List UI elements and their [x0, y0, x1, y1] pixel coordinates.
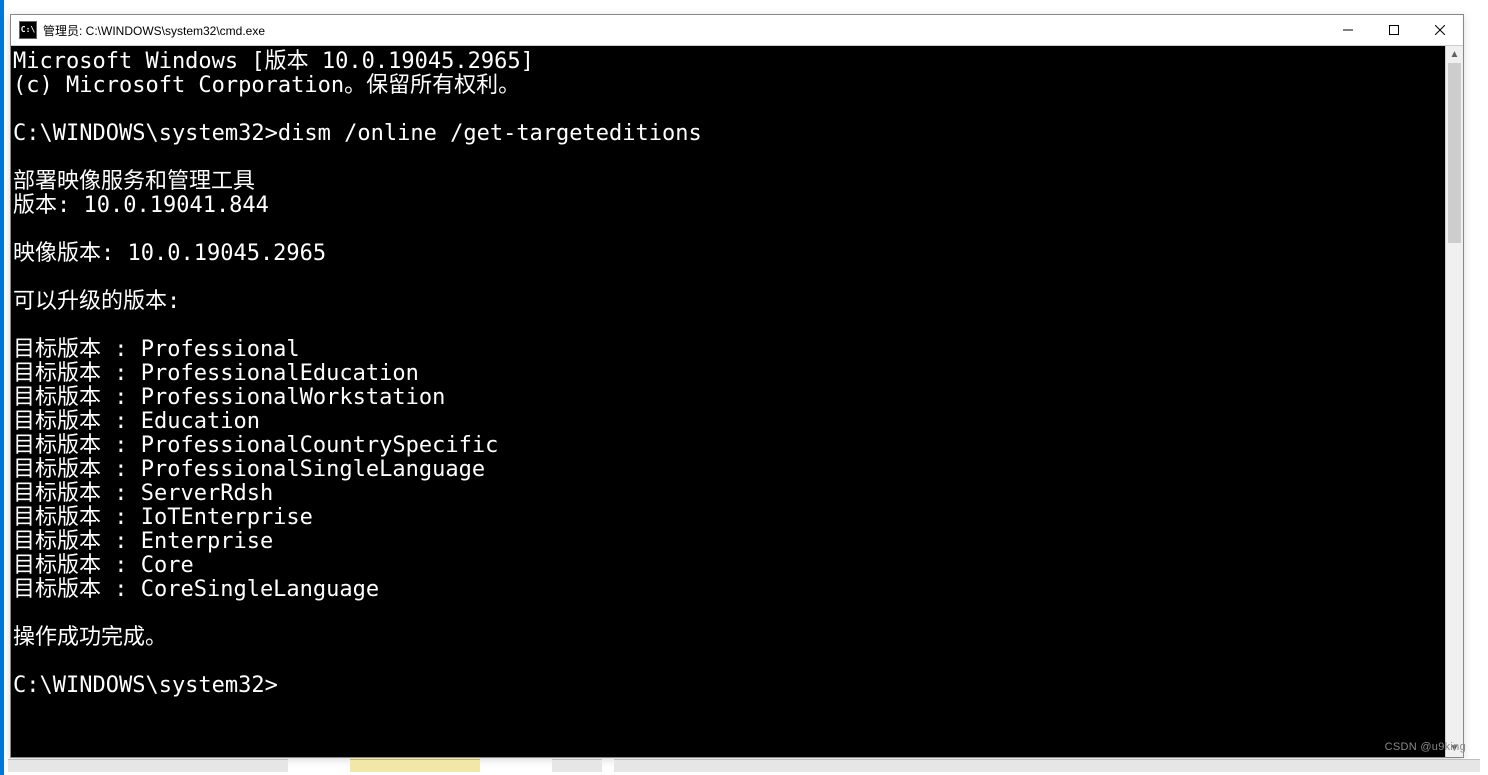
taskbar-fragment: [552, 759, 602, 772]
cmd-window: C:\ 管理员: C:\WINDOWS\system32\cmd.exe Mic…: [10, 14, 1464, 758]
vertical-scrollbar[interactable]: ▲ ▼: [1445, 46, 1463, 757]
titlebar[interactable]: C:\ 管理员: C:\WINDOWS\system32\cmd.exe: [11, 15, 1463, 46]
console-output[interactable]: Microsoft Windows [版本 10.0.19045.2965] (…: [11, 46, 1445, 757]
taskbar-fragment: [350, 759, 480, 772]
scrollbar-thumb[interactable]: [1448, 63, 1461, 243]
window-title: 管理员: C:\WINDOWS\system32\cmd.exe: [43, 22, 265, 39]
scroll-down-arrow-icon[interactable]: ▼: [1446, 740, 1463, 757]
close-button[interactable]: [1417, 15, 1463, 45]
maximize-icon: [1389, 25, 1399, 35]
minimize-button[interactable]: [1325, 15, 1371, 45]
scroll-up-arrow-icon[interactable]: ▲: [1446, 46, 1463, 63]
cmd-icon: C:\: [19, 21, 37, 39]
taskbar-fragment: [8, 759, 288, 772]
minimize-icon: [1343, 25, 1353, 35]
maximize-button[interactable]: [1371, 15, 1417, 45]
console-wrap: Microsoft Windows [版本 10.0.19045.2965] (…: [11, 46, 1463, 757]
close-icon: [1435, 25, 1445, 35]
taskbar-fragments: [8, 759, 1480, 775]
taskbar-fragment: [614, 759, 1480, 772]
